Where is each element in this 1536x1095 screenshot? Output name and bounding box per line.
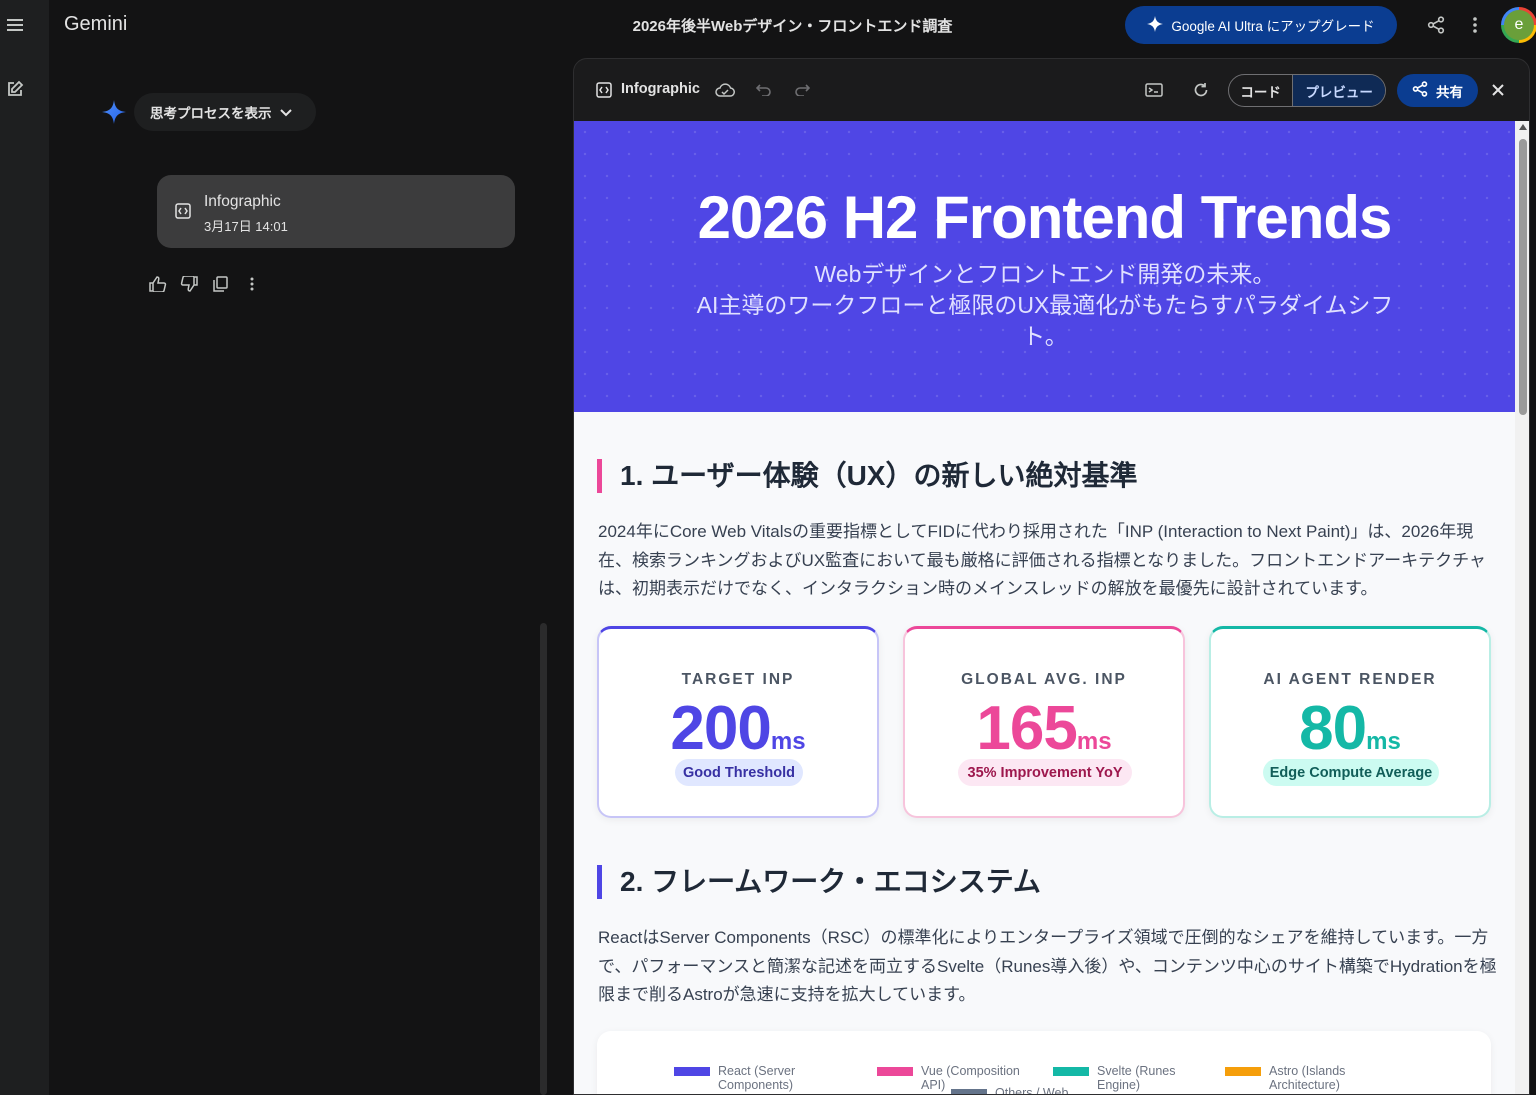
section-1-body: 2024年にCore Web Vitalsの重要指標としてFIDに代わり採用され… xyxy=(598,522,1486,598)
stat-number: 200 xyxy=(670,694,771,763)
chevron-down-icon xyxy=(279,105,292,120)
stat-label: GLOBAL AVG. INP xyxy=(961,671,1127,688)
legend-label: Others / Web xyxy=(995,1086,1069,1095)
section-1-heading: 1. ユーザー体験（UX）の新しい絶対基準 xyxy=(597,459,1137,493)
undo-icon[interactable] xyxy=(754,80,774,100)
stat-card-target-inp: TARGET INP 200ms Good Threshold xyxy=(597,626,879,818)
code-tab[interactable]: コード xyxy=(1229,75,1292,106)
console-icon[interactable] xyxy=(1144,80,1164,100)
new-chat-icon[interactable] xyxy=(4,78,26,100)
upgrade-button[interactable]: Google AI Ultra にアップグレード xyxy=(1125,6,1397,44)
legend-swatch xyxy=(951,1089,987,1094)
stat-unit: ms xyxy=(1076,728,1112,755)
artifact-card[interactable]: Infographic 3月17日 14:01 xyxy=(157,175,515,248)
cloud-icon[interactable] xyxy=(715,80,735,100)
legend-swatch xyxy=(1225,1067,1261,1076)
canvas-title: Infographic xyxy=(621,81,700,97)
stat-card-ai-agent-render: AI AGENT RENDER 80ms Edge Compute Averag… xyxy=(1209,626,1491,818)
more-vert-icon[interactable] xyxy=(1464,14,1486,36)
avatar[interactable]: e xyxy=(1501,7,1536,43)
section-2-heading: 2. フレームワーク・エコシステム xyxy=(597,865,1041,899)
stat-number: 80 xyxy=(1299,694,1367,763)
legend-swatch xyxy=(674,1067,710,1076)
legend-label: React (Server Components) xyxy=(718,1064,796,1092)
infographic-subtitle: Webデザインとフロントエンド開発の未来。 AI主導のワークフローと極限のUX最… xyxy=(682,259,1408,352)
legend-item-react[interactable]: React (Server Components) xyxy=(674,1064,808,1092)
stat-label: AI AGENT RENDER xyxy=(1263,671,1437,688)
canvas-toolbar: Infographic コード プレビュー 共有 xyxy=(574,59,1529,121)
stat-value: 165ms xyxy=(905,693,1183,764)
menu-icon[interactable] xyxy=(4,14,26,36)
code-box-icon xyxy=(175,203,191,224)
share-label: 共有 xyxy=(1436,84,1463,100)
hero-banner: 2026 H2 Frontend Trends Webデザインとフロントエンド開… xyxy=(574,121,1515,412)
stat-value: 200ms xyxy=(599,693,877,764)
infographic-title: 2026 H2 Frontend Trends xyxy=(697,184,1393,251)
stat-number: 165 xyxy=(976,694,1077,763)
stat-card-global-avg-inp: GLOBAL AVG. INP 165ms 35% Improvement Yo… xyxy=(903,626,1185,818)
refresh-icon[interactable] xyxy=(1191,80,1211,100)
top-bar: Gemini 2026年後半Webデザイン・フロントエンド調査 Google A… xyxy=(49,0,1536,50)
copy-icon[interactable] xyxy=(211,275,229,293)
chat-scrollbar[interactable] xyxy=(540,623,547,1095)
stat-badge: Good Threshold xyxy=(675,759,803,786)
stat-unit: ms xyxy=(1366,728,1401,755)
subtitle-line-1: Webデザインとフロントエンド開発の未来。 xyxy=(814,261,1276,287)
framework-chart-card: React (Server Components) Vue (Compositi… xyxy=(597,1031,1491,1095)
share-icon xyxy=(1412,81,1428,100)
show-thinking-button[interactable]: 思考プロセスを表示 xyxy=(134,93,316,131)
code-box-icon xyxy=(594,80,614,100)
stat-badge: 35% Improvement YoY xyxy=(958,759,1132,786)
preview-scrollbar[interactable] xyxy=(1515,121,1529,1094)
more-options-icon[interactable] xyxy=(243,275,261,293)
legend-swatch xyxy=(1053,1067,1089,1076)
close-icon[interactable] xyxy=(1488,80,1508,100)
stat-value: 80ms xyxy=(1211,693,1489,764)
legend-item-others[interactable]: Others / Web xyxy=(951,1086,1085,1095)
artifact-timestamp: 3月17日 14:01 xyxy=(204,219,288,234)
canvas-share-button[interactable]: 共有 xyxy=(1397,74,1478,107)
legend-label: Svelte (Runes Engine) xyxy=(1097,1064,1176,1092)
thumbs-down-icon[interactable] xyxy=(180,275,198,293)
section-2-body: ReactはServer Components（RSC）の標準化によりエンタープ… xyxy=(598,928,1497,1004)
side-rail xyxy=(0,0,49,1095)
scrollbar-thumb[interactable] xyxy=(1519,139,1527,415)
avatar-letter: e xyxy=(1504,10,1534,40)
legend-label: Astro (Islands Architecture) xyxy=(1269,1064,1346,1092)
subtitle-line-2: AI主導のワークフローと極限のUX最適化がもたらすパラダイムシフト。 xyxy=(696,292,1394,349)
redo-icon[interactable] xyxy=(792,80,812,100)
upgrade-label: Google AI Ultra にアップグレード xyxy=(1171,19,1375,34)
thumbs-up-icon[interactable] xyxy=(149,275,167,293)
canvas-panel: Infographic コード プレビュー 共有 2026 H2 Fronten… xyxy=(573,58,1530,1095)
stat-unit: ms xyxy=(770,728,806,755)
legend-item-astro[interactable]: Astro (Islands Architecture) xyxy=(1225,1064,1359,1092)
sparkle-icon xyxy=(1147,15,1164,35)
artifact-title: Infographic xyxy=(204,193,281,210)
gemini-app: Gemini 2026年後半Webデザイン・フロントエンド調査 Google A… xyxy=(0,0,1536,1095)
scroll-up-arrow-icon[interactable] xyxy=(1519,124,1527,130)
preview-tab[interactable]: プレビュー xyxy=(1292,75,1385,106)
legend-swatch xyxy=(877,1067,913,1076)
share-icon[interactable] xyxy=(1425,14,1447,36)
gemini-sparkle-icon xyxy=(102,100,126,129)
stat-badge: Edge Compute Average xyxy=(1263,759,1439,786)
view-toggle: コード プレビュー xyxy=(1228,74,1386,107)
infographic-preview: 2026 H2 Frontend Trends Webデザインとフロントエンド開… xyxy=(574,121,1515,1095)
stat-label: TARGET INP xyxy=(681,671,795,688)
show-thinking-label: 思考プロセスを表示 xyxy=(150,106,272,121)
